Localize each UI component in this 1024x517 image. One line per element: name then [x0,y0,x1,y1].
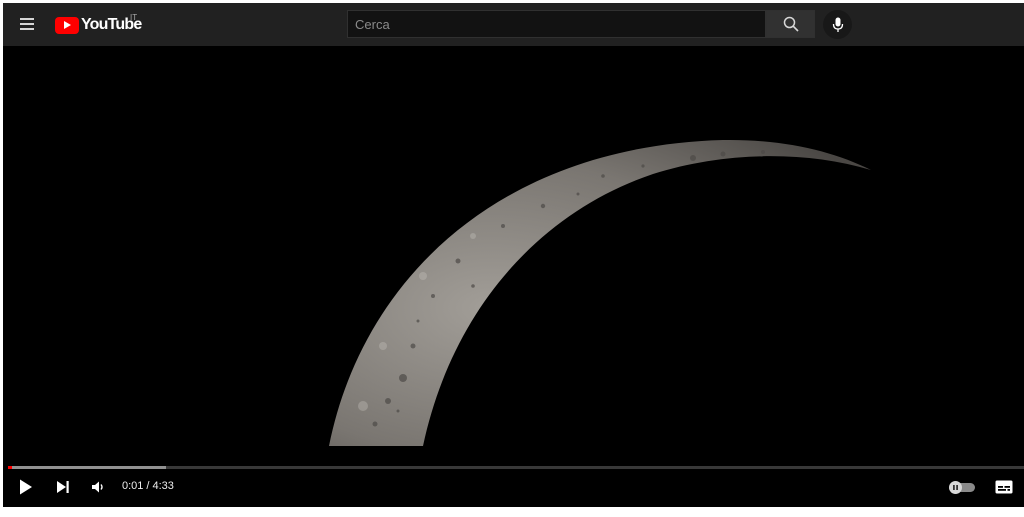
search-icon [783,16,799,32]
microphone-icon [832,17,843,32]
duration: 4:33 [152,480,174,492]
video-frame-moon[interactable] [3,46,1024,446]
search-box [347,10,766,38]
youtube-logo[interactable]: YouTube [55,14,142,36]
country-code: IT [130,13,138,22]
time-separator: / [146,480,150,492]
youtube-play-logo-icon [55,16,79,34]
hamburger-menu-icon[interactable] [17,13,39,35]
subtitles-icon [995,480,1013,494]
subtitles-button[interactable] [993,476,1015,498]
masthead: YouTube IT [3,3,1024,46]
search-button[interactable] [766,10,815,38]
autoplay-toggle[interactable] [949,481,975,494]
mute-button[interactable] [87,476,109,498]
current-time: 0:01 [122,480,144,492]
next-icon [57,481,69,493]
time-display: 0:01/4:33 [122,480,174,492]
next-button[interactable] [52,476,74,498]
video-player[interactable]: 0:01/4:33 [3,46,1024,507]
play-button[interactable] [15,476,37,498]
search-input[interactable] [348,11,765,37]
play-icon [20,479,32,495]
volume-icon [92,481,103,493]
progress-bar[interactable] [8,466,1024,469]
progress-buffered [8,466,166,469]
youtube-window: YouTube IT Cerca 0:01 / 4:33 [0,0,1024,517]
progress-played [8,466,12,469]
autoplay-toggle-icon [949,481,962,494]
voice-search-button[interactable] [823,10,852,39]
